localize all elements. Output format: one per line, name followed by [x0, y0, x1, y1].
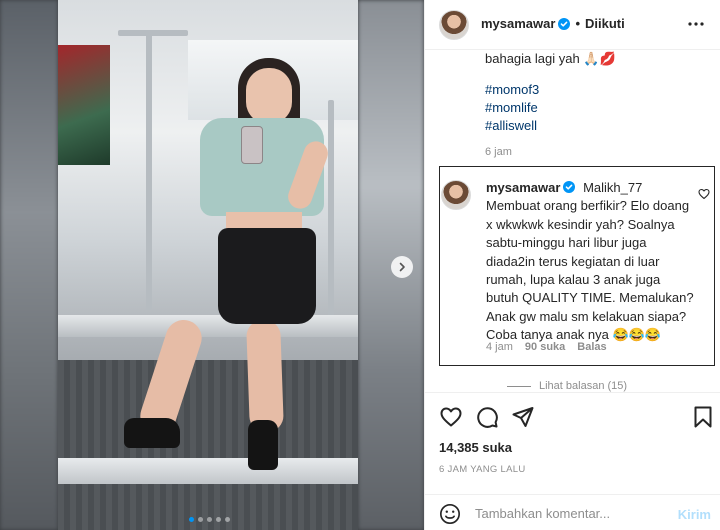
comment-icon[interactable]	[475, 405, 499, 429]
person-shorts	[218, 228, 316, 324]
person-shoe	[124, 418, 180, 448]
hashtag-link[interactable]: #momof3	[485, 81, 539, 99]
more-options-icon[interactable]	[687, 14, 705, 34]
gym-rail-front	[58, 458, 358, 484]
person-face	[246, 68, 292, 124]
comment-time[interactable]: 4 jam	[486, 341, 513, 353]
post-header: mysamawar • Diikuti	[425, 0, 720, 50]
person-phone	[241, 126, 263, 164]
comment-like-icon[interactable]	[698, 187, 710, 200]
carousel-dot	[198, 517, 203, 522]
view-replies-button[interactable]: Lihat balasan (15)	[507, 380, 627, 392]
post-comment-button[interactable]: Kirim	[678, 507, 711, 522]
carousel-next-button[interactable]	[391, 256, 413, 278]
header-separator: •	[575, 16, 581, 31]
likes-count[interactable]: 14,385 suka	[439, 440, 512, 455]
person-leg	[246, 319, 284, 433]
comment-composer: Kirim	[425, 494, 720, 530]
heart-icon[interactable]	[439, 405, 463, 429]
follow-status-button[interactable]: Diikuti	[585, 16, 625, 31]
comment-author-username[interactable]: mysamawar	[486, 180, 560, 195]
highlighted-comment: mysamawar Malikh_77 Membuat orang berfik…	[439, 166, 715, 366]
comment-body: mysamawar Malikh_77 Membuat orang berfik…	[486, 179, 696, 345]
media-blur-left	[0, 0, 58, 530]
emoji-icon[interactable]	[439, 503, 461, 525]
header-user: mysamawar • Diikuti	[481, 16, 625, 31]
carousel-indicator	[189, 517, 230, 522]
post-timestamp[interactable]: 6 JAM YANG LALU	[439, 464, 526, 475]
comment-text: Malikh_77 Membuat orang berfikir? Elo do…	[486, 180, 694, 343]
gym-rack-bar	[118, 30, 188, 36]
comment-likes[interactable]: 90 suka	[525, 341, 565, 353]
comment-reply-button[interactable]: Balas	[577, 341, 606, 353]
author-username[interactable]: mysamawar	[481, 16, 555, 31]
carousel-dot	[225, 517, 230, 522]
post-sidebar: mysamawar • Diikuti bahagia lagi yah 🙏🏻💋…	[424, 0, 720, 530]
comment-input[interactable]	[475, 503, 655, 523]
caption-time[interactable]: 6 jam	[485, 146, 512, 158]
post-media[interactable]	[0, 0, 424, 530]
caption-text: bahagia lagi yah 🙏🏻💋	[485, 51, 616, 66]
chevron-right-icon	[399, 262, 405, 272]
person-shoe	[248, 420, 278, 470]
hashtag-link[interactable]: #alliswell	[485, 117, 537, 135]
gym-poster	[58, 45, 110, 165]
comment-author-avatar[interactable]	[441, 180, 471, 210]
share-icon[interactable]	[511, 405, 535, 429]
post-actions	[425, 392, 720, 438]
carousel-dot	[207, 517, 212, 522]
replies-divider	[507, 385, 531, 387]
author-avatar[interactable]	[439, 10, 469, 40]
comments-scroll-area[interactable]: bahagia lagi yah 🙏🏻💋 #momof3 #momlife #a…	[425, 50, 720, 392]
gym-rack-bar	[328, 100, 334, 330]
verified-icon	[563, 181, 576, 193]
comment-meta: 4 jam 90 suka Balas	[486, 341, 607, 353]
bookmark-icon[interactable]	[691, 405, 715, 429]
post-photo	[58, 0, 358, 530]
gym-rail	[58, 315, 358, 337]
verified-icon	[558, 17, 571, 30]
gym-rack-bar	[146, 30, 152, 310]
gym-floor	[58, 360, 358, 530]
instagram-post-view: mysamawar • Diikuti bahagia lagi yah 🙏🏻💋…	[0, 0, 720, 530]
carousel-dot	[216, 517, 221, 522]
carousel-dot	[189, 517, 194, 522]
view-replies-label: Lihat balasan (15)	[539, 380, 628, 392]
hashtag-link[interactable]: #momlife	[485, 99, 538, 117]
